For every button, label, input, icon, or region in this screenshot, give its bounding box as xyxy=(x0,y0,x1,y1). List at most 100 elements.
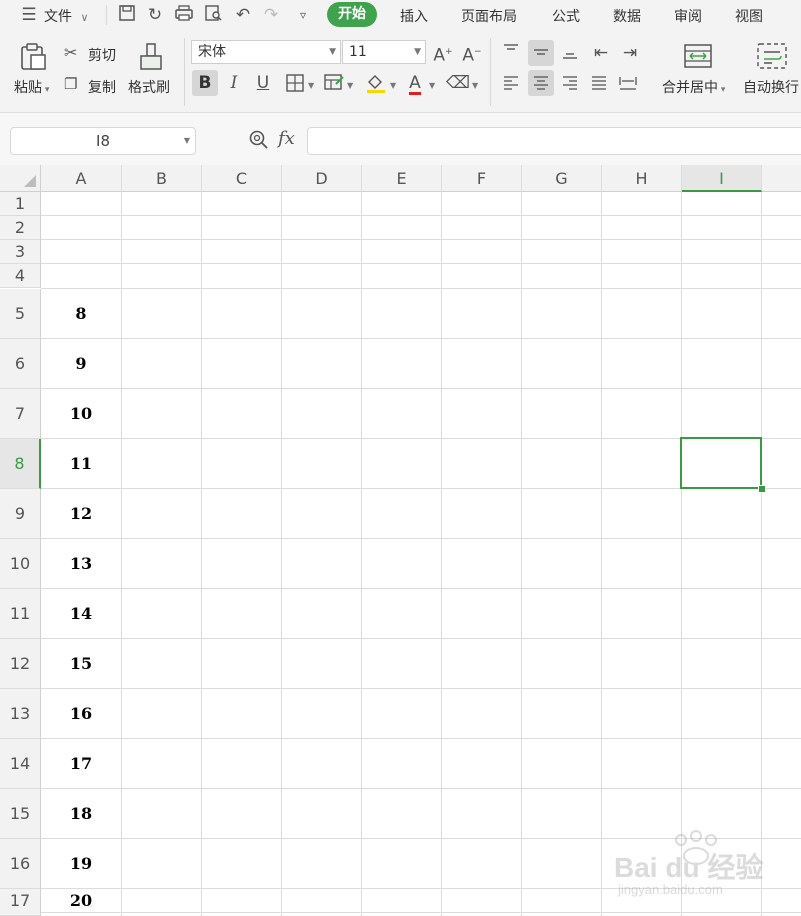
file-menu[interactable]: 文件 ∨ xyxy=(44,6,89,26)
zoom-function-icon[interactable] xyxy=(248,129,270,151)
undo-icon[interactable]: ↶ xyxy=(232,4,254,26)
print-icon[interactable] xyxy=(173,4,195,26)
align-left-icon[interactable] xyxy=(498,70,524,96)
distribute-icon[interactable] xyxy=(615,70,641,96)
select-all-corner[interactable] xyxy=(0,165,41,192)
row-header[interactable]: 12 xyxy=(0,639,41,689)
cut-button[interactable]: 剪切 xyxy=(88,45,116,65)
font-size-select[interactable]: 11 ▼ xyxy=(342,40,426,64)
cell-a13[interactable]: 16 xyxy=(41,704,121,723)
cell-style-icon[interactable] xyxy=(321,70,347,96)
selected-cell-i8[interactable] xyxy=(680,437,762,489)
merge-center-button[interactable]: 合并居中 ▾ xyxy=(662,77,725,97)
column-header-f[interactable]: F xyxy=(442,165,522,192)
tab-data[interactable]: 数据 xyxy=(613,6,641,26)
align-top-icon[interactable] xyxy=(498,38,524,64)
decrease-font-icon[interactable]: A− xyxy=(459,39,485,66)
gridline xyxy=(41,638,801,639)
align-right-icon[interactable] xyxy=(557,70,583,96)
cell-a15[interactable]: 18 xyxy=(41,804,121,823)
column-header-d[interactable]: D xyxy=(282,165,362,192)
underline-button[interactable]: U xyxy=(250,70,276,96)
align-center-icon[interactable] xyxy=(528,70,554,96)
column-header-h[interactable]: H xyxy=(602,165,682,192)
row-header-active[interactable]: 8 xyxy=(0,439,41,489)
borders-icon[interactable] xyxy=(282,70,308,96)
row-header[interactable]: 3 xyxy=(0,240,41,264)
italic-button[interactable]: I xyxy=(221,70,247,96)
row-header[interactable]: 17 xyxy=(0,889,41,916)
row-header[interactable]: 9 xyxy=(0,489,41,539)
row-header[interactable]: 2 xyxy=(0,216,41,240)
insert-function-button[interactable]: fx xyxy=(278,128,295,149)
hamburger-menu-icon[interactable]: ☰ xyxy=(18,4,40,26)
row-header[interactable]: 14 xyxy=(0,739,41,789)
name-box[interactable]: I8 ▼ xyxy=(10,127,196,155)
increase-font-icon[interactable]: A+ xyxy=(430,39,456,66)
menu-bar: ☰ 文件 ∨ ↻ ↶ ↷ ▿ 开始 插入 页面布局 公式 数据 审阅 视图 xyxy=(0,0,801,30)
column-header-b[interactable]: B xyxy=(122,165,202,192)
cell-a5[interactable]: 8 xyxy=(41,304,121,323)
cell-a14[interactable]: 17 xyxy=(41,754,121,773)
increase-indent-icon[interactable]: ⇥ xyxy=(617,40,643,66)
column-header-i[interactable]: I xyxy=(682,165,762,192)
column-header-g[interactable]: G xyxy=(522,165,602,192)
decrease-indent-icon[interactable]: ⇤ xyxy=(588,40,614,66)
row-header[interactable]: 11 xyxy=(0,589,41,639)
row-header[interactable]: 5 xyxy=(0,289,41,339)
align-middle-icon[interactable] xyxy=(528,40,554,66)
row-header[interactable]: 15 xyxy=(0,789,41,839)
wrap-text-button[interactable]: 自动换行 xyxy=(743,77,799,97)
format-painter-icon[interactable] xyxy=(137,42,165,72)
tab-home[interactable]: 开始 xyxy=(327,2,377,27)
gridline xyxy=(601,192,602,916)
copy-button[interactable]: 复制 xyxy=(88,77,116,97)
column-header-c[interactable]: C xyxy=(202,165,282,192)
tab-view[interactable]: 视图 xyxy=(735,6,763,26)
export-icon[interactable]: ↻ xyxy=(144,4,166,26)
redo-icon[interactable]: ↷ xyxy=(260,4,282,26)
font-name-select[interactable]: 宋体 ▼ xyxy=(191,40,341,64)
save-icon[interactable] xyxy=(116,4,138,26)
cell-a10[interactable]: 13 xyxy=(41,554,121,573)
eraser-icon[interactable]: ⌫ xyxy=(445,70,471,96)
fill-color-icon[interactable] xyxy=(363,70,389,96)
row-header[interactable]: 1 xyxy=(0,192,41,216)
column-header-overflow[interactable] xyxy=(762,165,801,192)
format-painter-button[interactable]: 格式刷 xyxy=(128,77,170,97)
cell-a17[interactable]: 20 xyxy=(41,891,121,910)
cell-a6[interactable]: 9 xyxy=(41,354,121,373)
align-bottom-icon[interactable] xyxy=(557,40,583,66)
row-header[interactable]: 6 xyxy=(0,339,41,389)
row-header[interactable]: 4 xyxy=(0,264,41,288)
row-header[interactable]: 7 xyxy=(0,389,41,439)
formula-input[interactable] xyxy=(307,127,801,155)
tab-formulas[interactable]: 公式 xyxy=(552,6,580,26)
print-preview-icon[interactable] xyxy=(203,4,225,26)
cell-a8[interactable]: 11 xyxy=(41,454,121,473)
row-header[interactable]: 10 xyxy=(0,539,41,589)
column-header-e[interactable]: E xyxy=(362,165,442,192)
cell-a7[interactable]: 10 xyxy=(41,404,121,423)
row-header[interactable]: 13 xyxy=(0,689,41,739)
fill-handle[interactable] xyxy=(758,485,766,493)
paste-button[interactable]: 粘贴 ▾ xyxy=(14,77,49,97)
gridline xyxy=(41,588,801,589)
justify-icon[interactable] xyxy=(586,70,612,96)
tab-review[interactable]: 审阅 xyxy=(674,6,702,26)
cell-a16[interactable]: 19 xyxy=(41,854,121,873)
font-color-button[interactable]: A xyxy=(402,70,428,96)
tab-page-layout[interactable]: 页面布局 xyxy=(461,6,517,26)
bold-button[interactable]: B xyxy=(192,70,218,96)
paste-icon[interactable] xyxy=(18,42,48,72)
cell-a9[interactable]: 12 xyxy=(41,504,121,523)
wrap-text-icon[interactable] xyxy=(756,42,788,70)
row-header[interactable]: 16 xyxy=(0,839,41,889)
cell-a12[interactable]: 15 xyxy=(41,654,121,673)
column-header-a[interactable]: A xyxy=(41,165,122,192)
cell-a11[interactable]: 14 xyxy=(41,604,121,623)
tab-insert[interactable]: 插入 xyxy=(400,6,428,26)
merge-center-icon[interactable] xyxy=(683,42,713,70)
gridline xyxy=(761,192,762,916)
customize-toolbar-icon[interactable]: ▿ xyxy=(292,4,314,26)
